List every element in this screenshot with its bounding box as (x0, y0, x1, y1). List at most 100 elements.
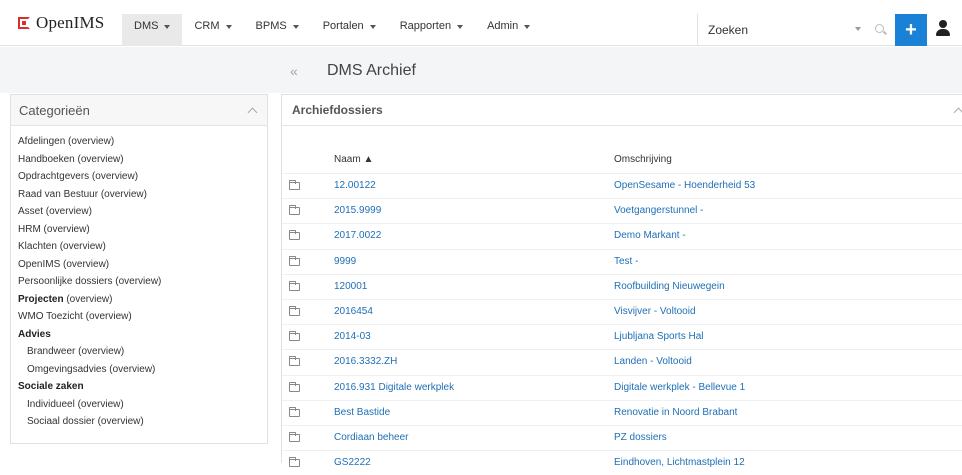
categories-panel-header: Categorieën (11, 95, 267, 126)
dossier-name-link[interactable]: 2014-03 (334, 331, 371, 342)
user-icon-head (939, 20, 947, 28)
nav-rapporten[interactable]: Rapporten (388, 14, 475, 46)
table-row[interactable]: 2017.0022 Demo Markant - (282, 223, 962, 248)
main-nav: DMS CRM BPMS Portalen Rapporten Admin (122, 14, 542, 46)
category-afdelingen[interactable]: Afdelingen (overview) (11, 133, 267, 151)
nav-admin[interactable]: Admin (475, 14, 542, 46)
folder-icon (289, 280, 300, 291)
chevron-up-icon[interactable] (953, 107, 962, 118)
category-handboeken[interactable]: Handboeken (overview) (11, 151, 267, 169)
search-icon[interactable] (875, 24, 884, 33)
dossier-description-link[interactable]: Digitale werkplek - Bellevue 1 (614, 382, 745, 393)
folder-icon (289, 381, 300, 392)
category-projecten-suffix: (overview) (63, 293, 113, 305)
dossier-name-link[interactable]: Best Bastide (334, 407, 390, 418)
search-box (697, 14, 895, 46)
dossier-description-link[interactable]: Voetgangerstunnel - (614, 205, 704, 216)
category-omgevingsadvies[interactable]: Omgevingsadvies (overview) (11, 361, 267, 379)
folder-icon (289, 431, 300, 442)
table-row[interactable]: 2016.3332.ZH Landen - Voltooid (282, 349, 962, 374)
category-opdrachtgevers[interactable]: Opdrachtgevers (overview) (11, 168, 267, 186)
folder-icon (289, 205, 300, 216)
table-row[interactable]: 12.00122 OpenSesame - Hoenderheid 53 (282, 173, 962, 198)
category-persoonlijke-dossiers[interactable]: Persoonlijke dossiers (overview) (11, 273, 267, 291)
category-openims[interactable]: OpenIMS (overview) (11, 256, 267, 274)
nav-portalen-label: Portalen (322, 20, 364, 32)
category-raad-van-bestuur[interactable]: Raad van Bestuur (overview) (11, 186, 267, 204)
dossier-description-link[interactable]: Visvijver - Voltooid (614, 306, 696, 317)
add-button[interactable]: + (895, 14, 927, 46)
category-asset[interactable]: Asset (overview) (11, 203, 267, 221)
chevron-down-icon (369, 25, 376, 29)
search-input[interactable] (708, 19, 848, 41)
dossier-name-link[interactable]: 120001 (334, 281, 367, 292)
page-header-band (0, 47, 962, 93)
dossier-name-link[interactable]: 9999 (334, 256, 356, 267)
table-row[interactable]: Cordiaan beheer PZ dossiers (282, 424, 962, 450)
folder-icon (289, 457, 300, 468)
folder-icon (289, 406, 300, 417)
dossier-name-link[interactable]: 2017.0022 (334, 230, 381, 241)
table-row[interactable]: 120001 Roofbuilding Nieuwegein (282, 273, 962, 299)
archive-panel: Archiefdossiers Naam ▲ Omschrijving 12.0… (281, 94, 962, 468)
folder-icon (289, 255, 300, 266)
nav-bpms-label: BPMS (255, 20, 287, 32)
user-icon-body (936, 29, 950, 36)
categories-list: Afdelingen (overview) Handboeken (overvi… (11, 126, 267, 431)
dossier-description-link[interactable]: Test - (614, 256, 638, 267)
dossier-description-link[interactable]: PZ dossiers (614, 432, 667, 443)
category-projecten[interactable]: Projecten (overview) (11, 291, 267, 309)
folder-icon (289, 305, 300, 316)
chevron-down-icon (225, 25, 232, 29)
chevron-up-icon[interactable] (247, 107, 258, 118)
category-wmo-toezicht[interactable]: WMO Toezicht (overview) (11, 308, 267, 326)
table-row[interactable]: 2016.931 Digitale werkplek Digitale werkp… (282, 374, 962, 400)
openims-logo-icon (18, 17, 30, 29)
categories-title: Categorieën (19, 102, 90, 118)
user-icon[interactable] (936, 20, 950, 36)
dossier-name-link[interactable]: 2015.9999 (334, 205, 381, 216)
openims-logo[interactable]: OpenIMS (18, 13, 104, 33)
table-row[interactable]: Best Bastide Renovatie in Noord Brabant (282, 399, 962, 425)
category-klachten[interactable]: Klachten (overview) (11, 238, 267, 256)
column-header-description[interactable]: Omschrijving (614, 154, 672, 165)
logo-text: OpenIMS (36, 13, 105, 32)
archive-title: Archiefdossiers (292, 103, 383, 117)
dossier-description-link[interactable]: Demo Markant - (614, 230, 686, 241)
dossier-name-link[interactable]: Cordiaan beheer (334, 432, 409, 443)
dossier-description-link[interactable]: Ljubljana Sports Hal (614, 331, 704, 342)
collapse-sidebar-button[interactable]: « (290, 63, 298, 79)
archive-table-body: 12.00122 OpenSesame - Hoenderheid 53 2015… (282, 173, 962, 475)
category-brandweer[interactable]: Brandweer (overview) (11, 343, 267, 361)
column-header-name[interactable]: Naam ▲ (334, 154, 373, 165)
dossier-name-link[interactable]: 2016.931 Digitale werkplek (334, 382, 454, 393)
dossier-description-link[interactable]: Renovatie in Noord Brabant (614, 407, 737, 418)
category-individueel[interactable]: Individueel (overview) (11, 396, 267, 414)
nav-rapporten-label: Rapporten (399, 20, 452, 32)
table-row[interactable]: 9999 Test - (282, 248, 962, 274)
chevron-down-icon (164, 25, 171, 29)
folder-icon (289, 356, 300, 367)
chevron-down-icon (292, 25, 299, 29)
table-row[interactable]: 2014-03 Ljubljana Sports Hal (282, 324, 962, 349)
page-title: DMS Archief (327, 62, 416, 79)
category-group-advies: Advies (18, 328, 51, 340)
categories-panel: Categorieën Afdelingen (overview) Handbo… (10, 94, 268, 444)
category-sociaal-dossier[interactable]: Sociaal dossier (overview) (11, 413, 267, 431)
table-row[interactable]: 2015.9999 Voetgangerstunnel - (282, 198, 962, 223)
dossier-name-link[interactable]: 12.00122 (334, 180, 376, 191)
dossier-name-link[interactable]: 2016.3332.ZH (334, 356, 397, 367)
folder-icon (289, 331, 300, 342)
nav-crm[interactable]: CRM (182, 14, 243, 46)
dossier-description-link[interactable]: Landen - Voltooid (614, 356, 692, 367)
nav-bpms[interactable]: BPMS (244, 14, 311, 46)
dossier-name-link[interactable]: 2016454 (334, 306, 373, 317)
nav-portalen[interactable]: Portalen (311, 14, 388, 46)
dossier-description-link[interactable]: OpenSesame - Hoenderheid 53 (614, 180, 755, 191)
search-scope-dropdown-icon[interactable] (855, 27, 861, 31)
table-row[interactable]: 2016454 Visvijver - Voltooid (282, 298, 962, 324)
dossier-description-link[interactable]: Roofbuilding Nieuwegein (614, 281, 725, 292)
nav-dms[interactable]: DMS (122, 14, 183, 46)
category-hrm[interactable]: HRM (overview) (11, 221, 267, 239)
category-projecten-label: Projecten (18, 293, 64, 305)
